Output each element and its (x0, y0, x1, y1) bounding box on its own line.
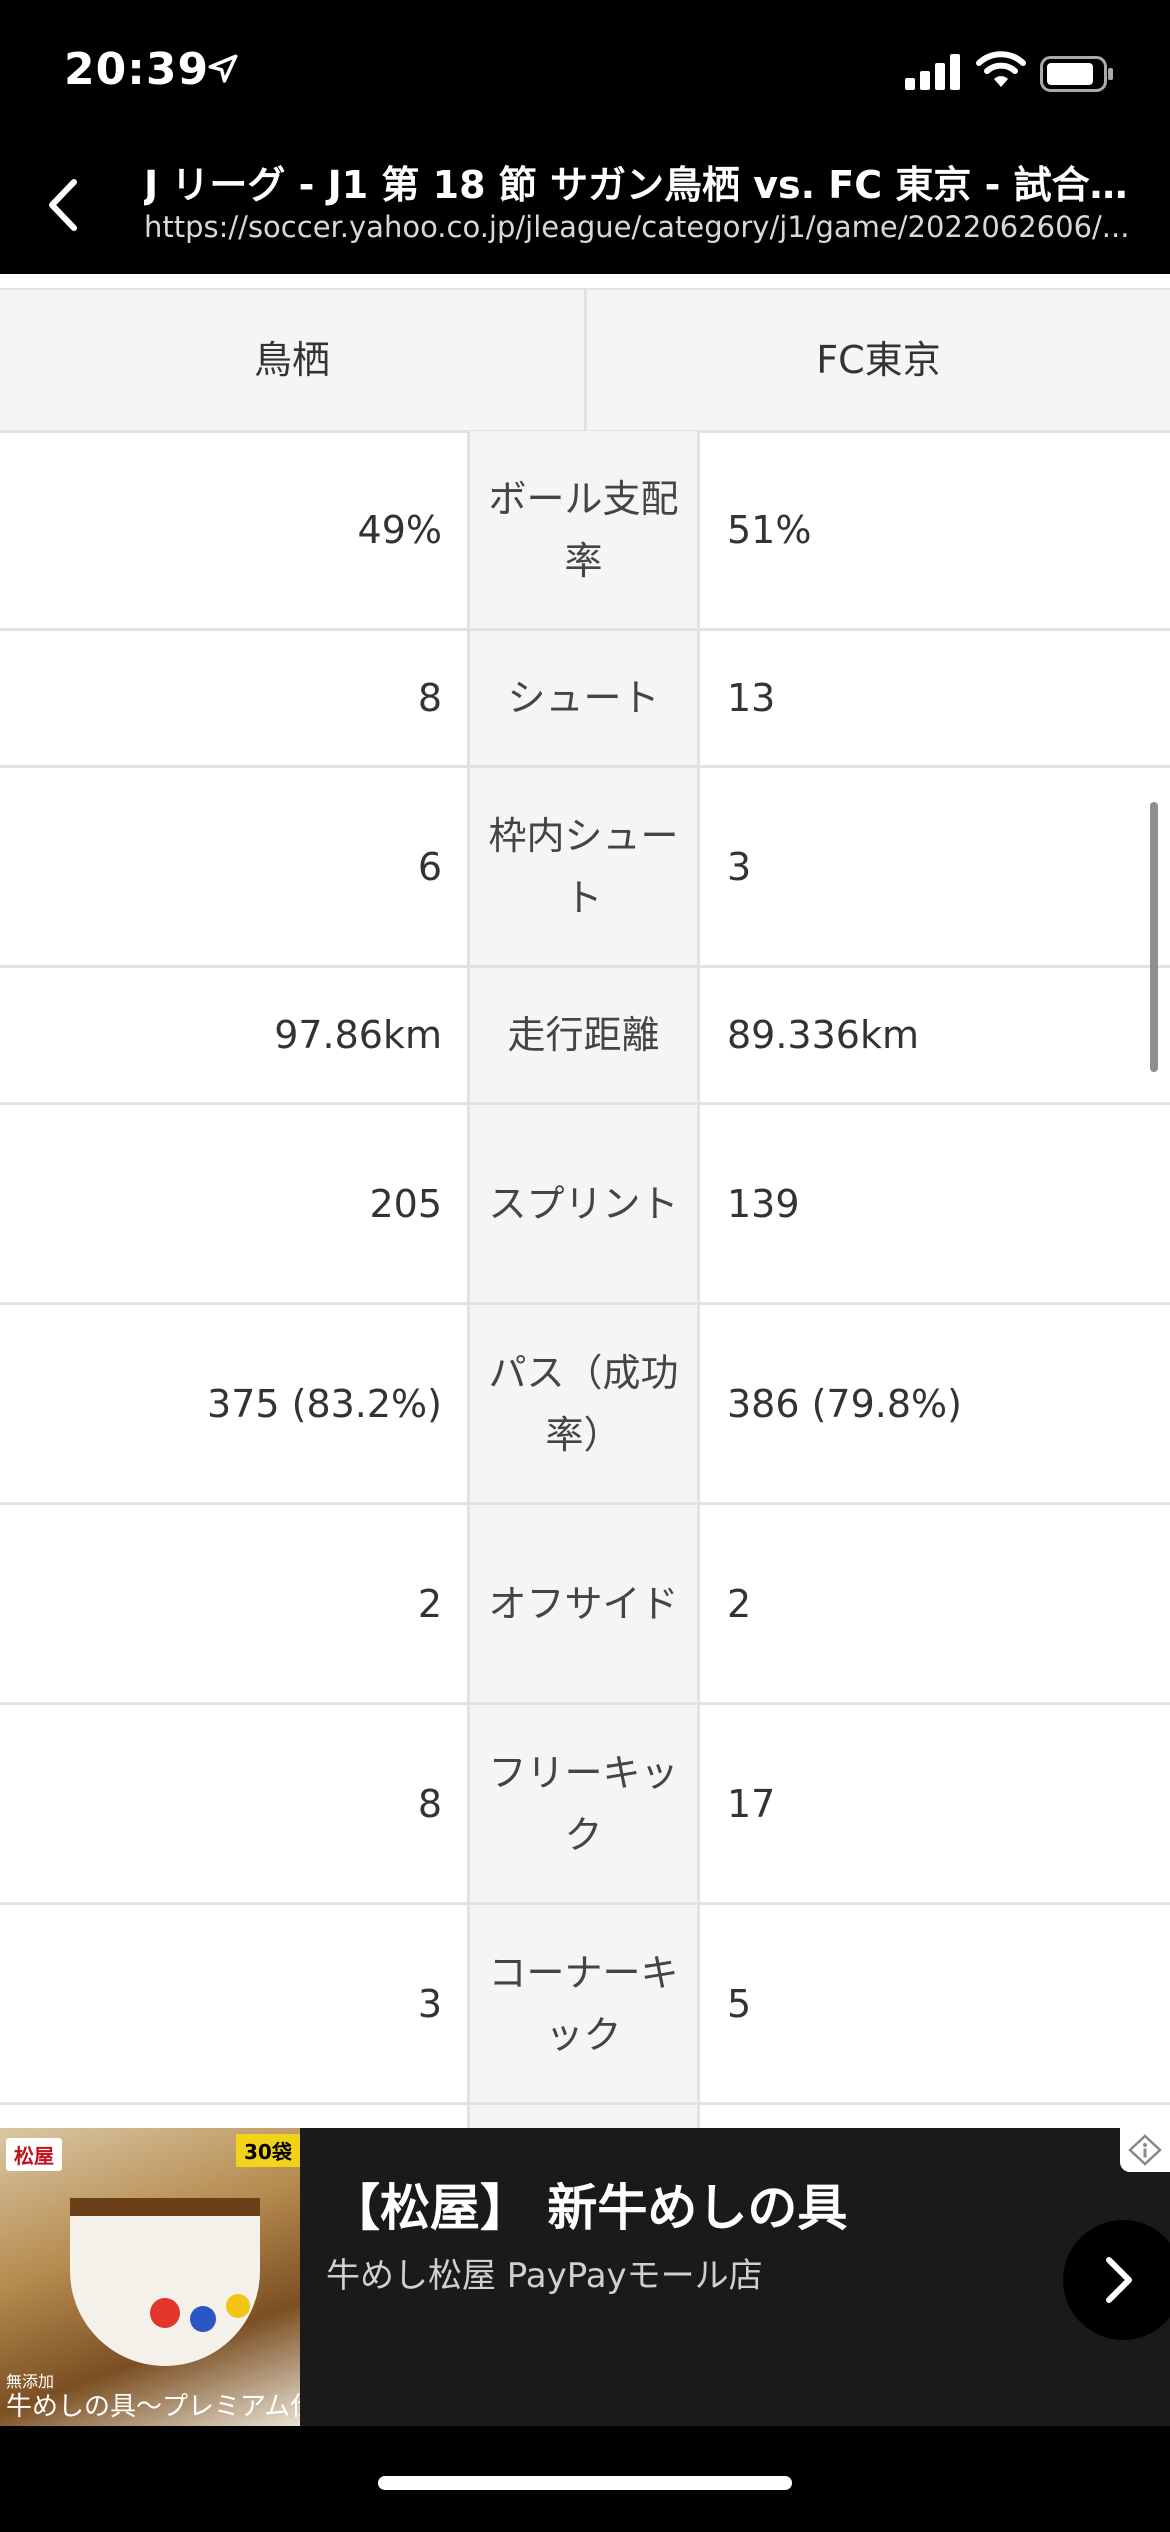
home-indicator[interactable] (378, 2476, 792, 2490)
stat-label: コーナーキック (467, 1905, 700, 2102)
stat-home-value: 205 (369, 1181, 442, 1226)
stat-home-value: 49% (357, 507, 442, 552)
stat-label: スプリント (467, 1105, 700, 1302)
stat-home-value: 2 (417, 1581, 442, 1626)
table-row: 97.86km 走行距離 89.336km (0, 968, 1170, 1105)
stat-label: 枠内シュート (467, 768, 700, 965)
ad-bowl-dot (150, 2298, 180, 2328)
stat-away-value: 89.336km (727, 1013, 919, 1057)
table-row: 205 スプリント 139 (0, 1105, 1170, 1305)
location-arrow-icon (206, 52, 240, 90)
status-time: 20:39 (64, 44, 210, 95)
team-away-name: FC東京 (816, 338, 941, 382)
ad-badge: 30袋 (236, 2134, 300, 2167)
stat-label: ボール支配率 (467, 431, 700, 628)
stat-away-value: 139 (727, 1181, 800, 1226)
ad-title[interactable]: 【松屋】 新牛めしの具 (330, 2168, 847, 2240)
adchoices-icon (1128, 2134, 1162, 2170)
stat-label: オフサイド (467, 1505, 700, 1702)
table-row: 6 枠内シュート 3 (0, 768, 1170, 968)
stat-home-value: 8 (417, 676, 442, 720)
ad-subtitle[interactable]: 牛めし松屋 PayPayモール店 (326, 2248, 763, 2297)
stat-away-value: 17 (727, 1781, 776, 1826)
adchoices-button[interactable] (1120, 2128, 1170, 2172)
stat-away-value: 2 (727, 1581, 752, 1626)
stat-home-value: 6 (417, 844, 442, 889)
stat-label-partial (467, 2105, 700, 2128)
table-row: 8 シュート 13 (0, 631, 1170, 768)
status-bar: 20:39 (0, 0, 1170, 136)
battery-icon (1040, 56, 1114, 96)
cellular-signal-icon (905, 54, 961, 94)
stat-away-value: 386 (79.8%) (727, 1381, 962, 1426)
ad-image[interactable]: 松屋 30袋 無添加 牛めしの具〜プレミアム仕様〜 (0, 2128, 300, 2426)
table-row-partial (0, 2105, 1170, 2128)
stat-home-value: 8 (417, 1781, 442, 1826)
chevron-right-icon (1099, 2252, 1139, 2312)
stat-home-value: 3 (417, 1981, 442, 2026)
stat-away-value: 13 (727, 676, 776, 720)
stat-label: パス（成功率） (467, 1305, 700, 1502)
team-header-row: 鳥栖 FC東京 (0, 288, 1170, 433)
stat-away-value: 3 (727, 844, 752, 889)
browser-nav-bar: J リーグ - J1 第 18 節 サガン鳥栖 vs. FC 東京 - 試合… … (0, 136, 1170, 274)
ad-next-button[interactable] (1063, 2220, 1170, 2340)
stat-away-value: 51% (727, 507, 812, 552)
ad-bowl-graphic (70, 2198, 260, 2366)
page-title: J リーグ - J1 第 18 節 サガン鳥栖 vs. FC 東京 - 試合… (144, 163, 1128, 207)
stat-home-value: 375 (83.2%) (207, 1381, 442, 1426)
stat-label: フリーキック (467, 1705, 700, 1902)
stats-table: 49% ボール支配率 51% 8 シュート 13 6 枠内シュート 3 97.8… (0, 431, 1170, 2128)
team-home-name: 鳥栖 (0, 290, 587, 430)
table-row: 8 フリーキック 17 (0, 1705, 1170, 1905)
table-row: 49% ボール支配率 51% (0, 431, 1170, 631)
ad-caption: 牛めしの具〜プレミアム仕様〜 (6, 2392, 300, 2422)
ad-bowl-dot (190, 2306, 216, 2332)
table-row: 2 オフサイド 2 (0, 1505, 1170, 1705)
ad-logo: 松屋 (6, 2138, 62, 2171)
stat-label: 走行距離 (467, 968, 700, 1102)
wifi-icon (976, 50, 1026, 94)
stat-away-value: 5 (727, 1981, 752, 2026)
home-indicator-bar (0, 2426, 1170, 2532)
table-row: 3 コーナーキック 5 (0, 1905, 1170, 2105)
table-row: 375 (83.2%) パス（成功率） 386 (79.8%) (0, 1305, 1170, 1505)
stat-home-value: 97.86km (274, 1013, 442, 1057)
stat-label: シュート (467, 631, 700, 765)
chevron-left-icon[interactable] (40, 172, 86, 242)
ad-banner[interactable]: 松屋 30袋 無添加 牛めしの具〜プレミアム仕様〜 【松屋】 新牛めしの具 牛め… (0, 2128, 1170, 2426)
stats-content[interactable]: 鳥栖 FC東京 49% ボール支配率 51% 8 シュート 13 6 枠内シュー… (0, 274, 1170, 2128)
scrollbar[interactable] (1150, 802, 1158, 1072)
ad-bowl-dot (226, 2294, 250, 2318)
page-url: https://soccer.yahoo.co.jp/jleague/categ… (144, 210, 1130, 244)
